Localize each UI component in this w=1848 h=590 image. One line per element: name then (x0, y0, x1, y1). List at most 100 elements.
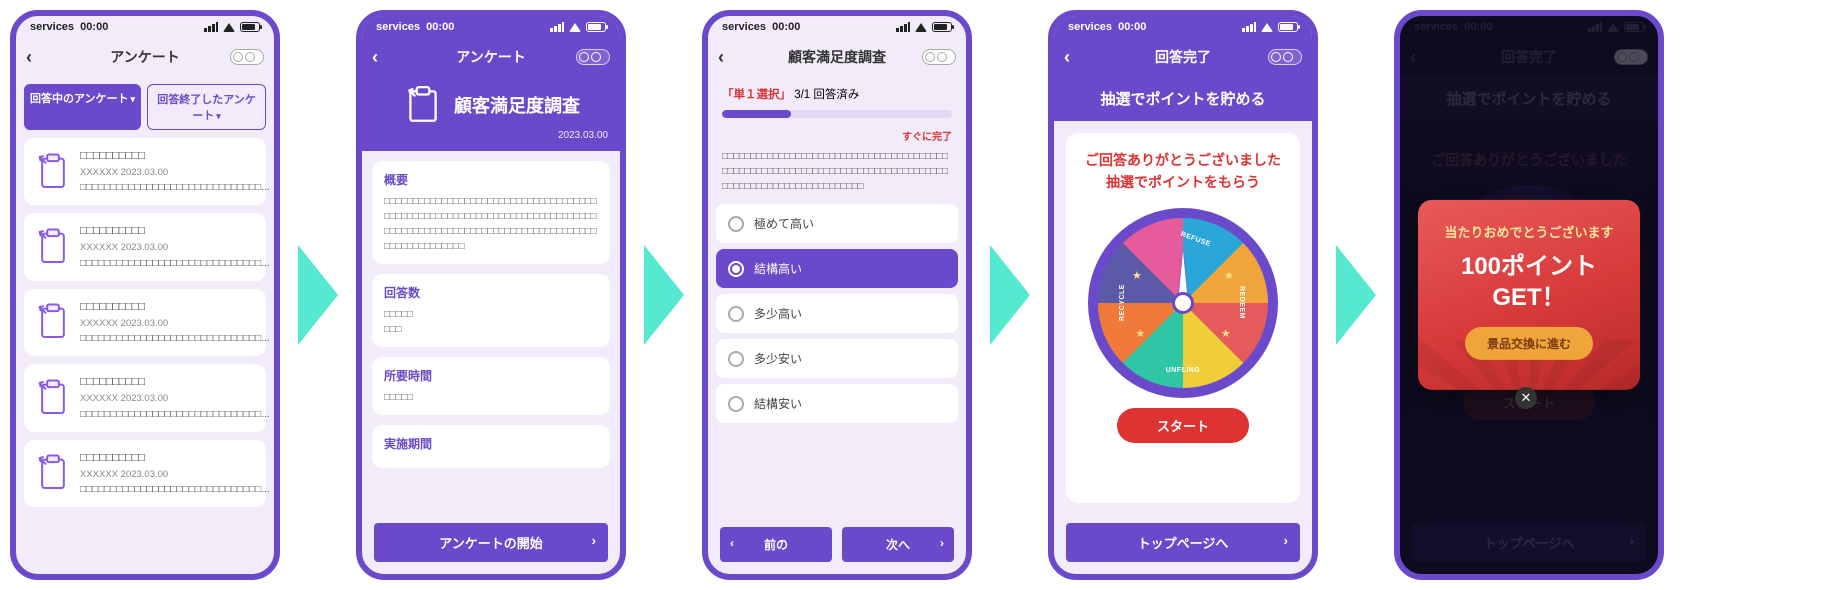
status-bar: services 00:00 (16, 16, 274, 38)
clipboard-icon (402, 84, 444, 126)
card-meta: XXXXXX 2023.03.00 (80, 317, 270, 330)
wheel-center-icon (1172, 292, 1194, 314)
star-icon: ★ (1221, 327, 1231, 340)
tab-in-progress[interactable]: 回答中のアンケート▾ (24, 84, 141, 130)
flow-arrow-icon (1336, 245, 1376, 345)
lottery-wheel[interactable]: REFUSE REDEEM UNFLING RECYCLE ★ ★ ★ ★ (1088, 208, 1278, 398)
wifi-icon (569, 23, 581, 32)
wifi-icon (915, 23, 927, 32)
panel-period: 実施期間 (372, 425, 610, 468)
page-title: 回答完了 (1155, 47, 1211, 67)
card-description: □□□□□□□□□□□□□□□□□□□□□□□□□□□□□□... (80, 483, 270, 497)
clipboard-icon (36, 227, 70, 267)
next-button[interactable]: 次へ› (842, 527, 954, 562)
flow-arrow-icon (990, 245, 1030, 345)
screen-survey-detail: services 00:00 ‹ アンケート 顧客満足度調査 2023.03.0… (356, 10, 626, 580)
wheel-segment-label: UNFLING (1166, 367, 1201, 374)
wifi-icon (223, 23, 235, 32)
signal-icon (1242, 22, 1256, 32)
option-0[interactable]: 極めて高い (716, 204, 958, 243)
card-title: □□□□□□□□□□ (80, 223, 270, 239)
card-meta: XXXXXX 2023.03.00 (80, 241, 270, 254)
card-description: □□□□□□□□□□□□□□□□□□□□□□□□□□□□□□... (80, 181, 270, 195)
card-description: □□□□□□□□□□□□□□□□□□□□□□□□□□□□□□... (80, 332, 270, 346)
back-button[interactable]: ‹ (718, 47, 724, 68)
spin-start-button[interactable]: スタート (1117, 408, 1249, 443)
battery-icon (586, 22, 606, 32)
clipboard-icon (36, 378, 70, 418)
status-bar: services 00:00 (1054, 16, 1312, 38)
modal-prize-text: 100ポイント GET！ (1432, 251, 1626, 313)
close-button[interactable]: ✕ (1515, 387, 1537, 409)
battery-icon (1278, 22, 1298, 32)
redeem-button[interactable]: 景品交換に進む (1465, 327, 1593, 360)
chevron-down-icon: ▾ (216, 111, 221, 121)
status-bar: services 00:00 (708, 16, 966, 38)
star-icon: ★ (1132, 269, 1142, 282)
lottery-banner: 抽選でポイントを貯める (1054, 76, 1312, 121)
status-carrier-time: services 00:00 (376, 21, 454, 33)
panel-body: □□□□□□□□□□□□□□□□□□□□□□□□□□□□□□□□□□□□□□□□… (384, 194, 598, 254)
option-2[interactable]: 多少高い (716, 294, 958, 333)
wifi-icon (1261, 23, 1273, 32)
option-4[interactable]: 結構安い (716, 384, 958, 423)
mini-program-toggle[interactable] (1268, 49, 1302, 65)
prev-button[interactable]: ‹前の (720, 527, 832, 562)
clipboard-icon (36, 453, 70, 493)
question-header: 「単１選択」 3/1 回答済み (708, 76, 966, 124)
battery-icon (932, 22, 952, 32)
back-button[interactable]: ‹ (372, 47, 378, 68)
option-label: 多少安い (754, 350, 802, 367)
chevron-right-icon: › (592, 533, 596, 548)
start-survey-button[interactable]: アンケートの開始› (374, 523, 608, 562)
card-meta: XXXXXX 2023.03.00 (80, 468, 270, 481)
signal-icon (550, 22, 564, 32)
option-label: 極めて高い (754, 215, 814, 232)
screen-complete: services 00:00 ‹ 回答完了 抽選でポイントを貯める ご回答ありが… (1048, 10, 1318, 580)
status-carrier-time: services 00:00 (30, 21, 108, 33)
clipboard-icon (36, 152, 70, 192)
survey-hero: 顧客満足度調査 2023.03.00 (362, 76, 620, 151)
soon-label: すぐに完了 (708, 124, 966, 145)
survey-card[interactable]: □□□□□□□□□□XXXXXX 2023.03.00□□□□□□□□□□□□□… (24, 364, 266, 431)
to-top-button[interactable]: トップページへ› (1066, 523, 1300, 562)
option-label: 結構安い (754, 395, 802, 412)
screen-survey-list: services 00:00 ‹ アンケート 回答中のアンケート▾ 回答終了した… (10, 10, 280, 580)
panel-label: 概要 (384, 171, 598, 188)
wheel-segment-label: REDEEM (1238, 286, 1245, 319)
radio-icon (728, 216, 744, 232)
screen-prize-modal: services 00:00 ‹ 回答完了 抽選でポイントを貯める ご回答ありが… (1394, 10, 1664, 580)
mini-program-toggle[interactable] (922, 49, 956, 65)
mini-program-toggle[interactable] (576, 49, 610, 65)
status-bar: services 00:00 (362, 16, 620, 38)
panel-body: □□□□□ (384, 390, 598, 405)
panel-label: 実施期間 (384, 435, 598, 452)
battery-icon (240, 22, 260, 32)
panel-count: 回答数 □□□□□ □□□ (372, 274, 610, 347)
back-button[interactable]: ‹ (26, 47, 32, 68)
tab-completed[interactable]: 回答終了したアンケート▾ (147, 84, 266, 130)
option-label: 結構高い (754, 260, 802, 277)
option-label: 多少高い (754, 305, 802, 322)
signal-icon (896, 22, 910, 32)
back-button[interactable]: ‹ (1064, 47, 1070, 68)
mini-program-toggle[interactable] (230, 49, 264, 65)
tab-bar: 回答中のアンケート▾ 回答終了したアンケート▾ (16, 76, 274, 138)
survey-card[interactable]: □□□□□□□□□□XXXXXX 2023.03.00□□□□□□□□□□□□□… (24, 289, 266, 356)
card-title: □□□□□□□□□□ (80, 450, 270, 466)
survey-card[interactable]: □□□□□□□□□□XXXXXX 2023.03.00□□□□□□□□□□□□□… (24, 440, 266, 507)
survey-card[interactable]: □□□□□□□□□□XXXXXX 2023.03.00□□□□□□□□□□□□□… (24, 138, 266, 205)
thanks-message: ご回答ありがとうございました 抽選でポイントをもらう (1085, 149, 1281, 194)
option-1[interactable]: 結構高い (716, 249, 958, 288)
screen-question: services 00:00 ‹ 顧客満足度調査 「単１選択」 3/1 回答済み… (702, 10, 972, 580)
panel-label: 所要時間 (384, 367, 598, 384)
option-3[interactable]: 多少安い (716, 339, 958, 378)
star-icon: ★ (1135, 327, 1145, 340)
survey-list[interactable]: □□□□□□□□□□XXXXXX 2023.03.00□□□□□□□□□□□□□… (16, 138, 274, 574)
survey-card[interactable]: □□□□□□□□□□XXXXXX 2023.03.00□□□□□□□□□□□□□… (24, 213, 266, 280)
radio-icon (728, 306, 744, 322)
navbar: ‹ アンケート (362, 38, 620, 76)
radio-icon (728, 261, 744, 277)
option-list: 極めて高い結構高い多少高い多少安い結構安い (708, 204, 966, 423)
chevron-down-icon: ▾ (131, 94, 136, 104)
